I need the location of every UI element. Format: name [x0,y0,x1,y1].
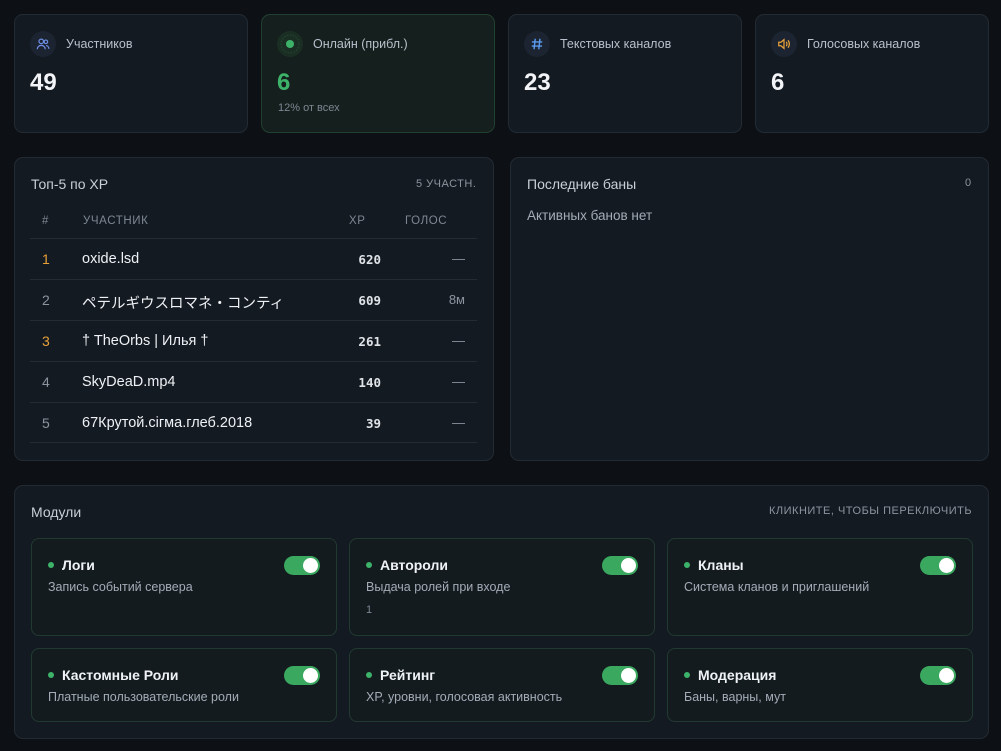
row-voice: — [452,374,465,389]
toggle-knob [303,668,318,683]
module-card-autoroles[interactable]: Автороли Выдача ролей при входе 1 [349,538,655,636]
status-dot [366,562,372,568]
col-member-header: УЧАСТНИК [83,215,149,227]
recent-bans-title: Последние баны [527,176,637,192]
toggle-knob [621,668,636,683]
module-description: Выдача ролей при входе [366,580,511,594]
status-dot [684,562,690,568]
row-member-name: 67Крутой.сігма.глеб.2018 [82,415,253,431]
module-description: Баны, варны, мут [684,690,786,704]
col-xp-header: XP [349,215,366,227]
row-rank: 1 [42,251,50,267]
stat-value: 23 [524,69,551,96]
stat-label: Онлайн (прибл.) [313,37,408,51]
status-dot [48,562,54,568]
toggle-knob [621,558,636,573]
stat-card-voice-channels: Голосовых каналов 6 [755,14,989,133]
row-xp: 620 [358,252,381,267]
module-toggle[interactable] [920,556,956,575]
stat-card-online: Онлайн (прибл.) 6 12% от всех [261,14,495,133]
online-dot-icon [277,31,303,57]
row-rank: 4 [42,374,50,390]
row-xp: 39 [365,416,381,431]
row-xp: 609 [358,293,381,308]
row-member-name: oxide.lsd [82,251,140,267]
status-dot [48,672,54,678]
module-name: Кастомные Роли [62,667,179,683]
stat-value: 6 [277,69,291,96]
row-voice: 8м [448,292,465,307]
module-toggle[interactable] [284,666,320,685]
recent-bans-count: 0 [965,177,972,189]
col-rank-header: # [42,215,49,227]
row-xp: 140 [358,375,381,390]
module-card-clans[interactable]: Кланы Система кланов и приглашений [667,538,973,636]
row-member-name: † TheOrbs | Илья † [82,333,209,349]
row-xp: 261 [358,334,381,349]
row-rank: 3 [42,333,50,349]
module-name: Модерация [698,667,777,683]
col-voice-header: ГОЛОС [405,215,448,227]
module-extra: 1 [366,604,373,616]
stat-value: 6 [771,69,785,96]
modules-hint: КЛИКНИТЕ, ЧТОБЫ ПЕРЕКЛЮЧИТЬ [769,505,973,517]
module-name: Логи [62,557,95,573]
speaker-icon [771,31,797,57]
row-rank: 5 [42,415,50,431]
toggle-knob [939,668,954,683]
empty-bans-text: Активных банов нет [527,208,653,223]
stat-label: Участников [66,37,133,51]
top-xp-title: Топ-5 по XP [31,176,109,192]
stat-card-text-channels: Текстовых каналов 23 [508,14,742,133]
stat-label: Текстовых каналов [560,37,672,51]
stat-subtext: 12% от всех [278,102,340,114]
table-row: 5 67Крутой.сігма.глеб.2018 39 — [30,402,477,443]
module-description: XP, уровни, голосовая активность [366,690,563,704]
module-toggle[interactable] [602,556,638,575]
toggle-knob [939,558,954,573]
module-toggle[interactable] [602,666,638,685]
stat-value: 49 [30,69,57,96]
table-row: 4 SkyDeaD.mp4 140 — [30,361,477,402]
row-member-name: SkyDeaD.mp4 [82,374,176,390]
modules-title: Модули [31,504,82,520]
recent-bans-panel [510,157,989,461]
module-card-rating[interactable]: Рейтинг XP, уровни, голосовая активность [349,648,655,722]
stat-card-members: Участников 49 [14,14,248,133]
module-card-custom-roles[interactable]: Кастомные Роли Платные пользовательские … [31,648,337,722]
module-name: Рейтинг [380,667,436,683]
row-rank: 2 [42,292,50,308]
stat-label: Голосовых каналов [807,37,921,51]
module-name: Автороли [380,557,449,573]
module-card-logs[interactable]: Логи Запись событий сервера [31,538,337,636]
status-dot [684,672,690,678]
table-row: 2 ペテルギウスロマネ・コンティ 609 8м [30,279,477,320]
row-voice: — [452,333,465,348]
module-name: Кланы [698,557,744,573]
module-toggle[interactable] [920,666,956,685]
module-description: Запись событий сервера [48,580,193,594]
module-toggle[interactable] [284,556,320,575]
module-description: Платные пользовательские роли [48,690,239,704]
users-icon [30,31,56,57]
status-dot [366,672,372,678]
hash-icon [524,31,550,57]
table-row: 1 oxide.lsd 620 — [30,238,477,279]
module-card-moderation[interactable]: Модерация Баны, варны, мут [667,648,973,722]
row-voice: — [452,251,465,266]
toggle-knob [303,558,318,573]
module-description: Система кланов и приглашений [684,580,870,594]
row-voice: — [452,415,465,430]
top-xp-count: 5 УЧАСТН. [416,178,477,190]
row-member-name: ペテルギウスロマネ・コンティ [82,296,285,312]
table-row: 3 † TheOrbs | Илья † 261 — [30,320,477,361]
